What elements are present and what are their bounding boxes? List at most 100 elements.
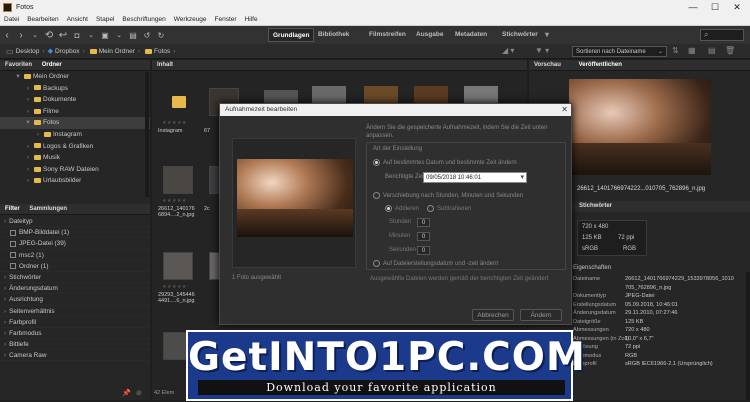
rotate-right-icon[interactable]: ↻ — [154, 31, 168, 40]
filter-category[interactable]: › Seitenverhältnis — [0, 306, 150, 317]
expand-right-icon[interactable]: › — [24, 141, 32, 153]
workspace-stichwoerter[interactable]: Stichwörter — [502, 26, 538, 44]
close-button[interactable]: ✕ — [726, 0, 748, 14]
radio-add[interactable] — [385, 205, 392, 212]
workspace-filmstreifen[interactable]: Filmstreifen — [369, 26, 406, 44]
delete-icon[interactable]: 🗑 — [725, 46, 735, 55]
star-filter-icon[interactable]: ◢ ▾ — [502, 46, 514, 55]
rating-stars[interactable]: ★★★★★ — [162, 284, 187, 290]
folder-tree-item[interactable]: › Instagram — [0, 129, 150, 141]
corrected-time-field[interactable]: 09/05/2018 10:46:01 ▾ — [423, 172, 527, 183]
checkbox[interactable] — [10, 229, 16, 236]
path-desktop[interactable]: Desktop — [16, 48, 40, 55]
thumbnail-item[interactable]: ★★★★★ 29293_145446 4491....6_n.jpg — [156, 238, 200, 304]
folder-tree-item[interactable]: › Logos & Grafiken — [0, 141, 150, 153]
workspace-menu-icon[interactable]: ▾ — [545, 26, 549, 44]
rating-stars[interactable]: ★★★★★ — [162, 198, 187, 204]
rating-stars[interactable]: ★★★★★ — [162, 120, 187, 126]
expand-right-icon[interactable]: › — [24, 83, 32, 95]
filter-category[interactable]: › Camera Raw — [0, 350, 150, 362]
expand-right-icon[interactable]: › — [24, 164, 32, 176]
forward-icon[interactable]: › — [14, 30, 28, 41]
tab-sammlungen[interactable]: Sammlungen — [29, 206, 67, 212]
hours-input[interactable]: 0 — [417, 218, 430, 227]
workspace-bibliothek[interactable]: Bibliothek — [318, 26, 349, 44]
folder-tree-item[interactable]: ▾ Mein Ordner — [0, 71, 150, 83]
recent-icon[interactable]: ⟲ — [42, 30, 56, 41]
folder-tree-item[interactable]: › Filme — [0, 106, 150, 118]
filter-category[interactable]: › Änderungsdatum — [0, 283, 150, 295]
sort-order-icon[interactable]: ⇅ — [672, 46, 679, 55]
path-mein-ordner[interactable]: Mein Ordner — [99, 48, 135, 55]
option-add[interactable]: Addieren — [385, 205, 419, 212]
folder-tree-item[interactable]: ▾ Fotos — [0, 117, 150, 129]
thumbnail-item[interactable]: ★★★★★ 26612_140176 6894....2_n.jpg — [156, 152, 200, 218]
view-options-icon[interactable]: ▦ — [688, 46, 696, 55]
search-input[interactable]: ⌕ — [700, 29, 744, 41]
chevron-down-icon[interactable]: ⌄ — [112, 31, 126, 39]
expand-right-icon[interactable]: › — [4, 352, 6, 359]
chevron-down-icon[interactable]: ⌄ — [84, 31, 98, 39]
dialog-close-button[interactable]: ✕ — [561, 104, 568, 116]
filter-category[interactable]: › Dateityp — [0, 216, 150, 228]
chevron-down-icon[interactable]: ⌄ — [28, 31, 42, 39]
radio-shift-time[interactable] — [373, 192, 380, 199]
tab-ordner[interactable]: Ordner — [42, 62, 62, 68]
tab-filter[interactable]: Filter — [5, 206, 20, 212]
filter-option[interactable]: msc2 (1) — [0, 250, 150, 261]
menu-hilfe[interactable]: Hilfe — [241, 16, 262, 23]
expand-right-icon[interactable]: › — [4, 285, 6, 292]
folder-tree-item[interactable]: › Urlaubsbilder — [0, 175, 150, 187]
expand-right-icon[interactable]: › — [4, 296, 6, 303]
preview-image[interactable] — [569, 79, 711, 175]
radio-file-creation[interactable] — [373, 260, 380, 267]
calendar-dropdown-icon[interactable]: ▾ — [520, 173, 524, 183]
radio-specific-date[interactable] — [373, 159, 380, 166]
menu-fenster[interactable]: Fenster — [211, 16, 241, 23]
minutes-input[interactable]: 0 — [417, 232, 430, 241]
expand-down-icon[interactable]: ▾ — [14, 71, 22, 83]
rotate-left-icon[interactable]: ↺ — [140, 31, 154, 40]
expand-right-icon[interactable]: › — [4, 308, 6, 315]
expand-right-icon[interactable]: › — [24, 106, 32, 118]
thumbnail-item[interactable]: ★★★★★ Instagram — [156, 74, 200, 140]
refine-icon[interactable]: ▣ — [98, 31, 112, 40]
minimize-button[interactable]: — — [682, 0, 704, 14]
filter-category[interactable]: › Farbprofil — [0, 317, 150, 328]
option-subtract[interactable]: Subtrahieren — [427, 205, 471, 212]
filter-option[interactable]: BMP-Bilddatei (1) — [0, 227, 150, 239]
folder-tree-item[interactable]: › Musik — [0, 152, 150, 164]
tab-veroeffentlichen[interactable]: Veröffentlichen — [579, 62, 622, 68]
filter-option[interactable]: JPEG-Datei (39) — [0, 238, 150, 250]
menu-datei[interactable]: Datei — [0, 16, 23, 23]
option-specific-date[interactable]: Auf bestimmtes Datum und bestimmte Zeit … — [373, 159, 517, 166]
expand-right-icon[interactable]: › — [24, 175, 32, 187]
expand-right-icon[interactable]: › — [4, 319, 6, 326]
expand-right-icon[interactable]: › — [34, 129, 42, 141]
tab-favoriten[interactable]: Favoriten — [5, 62, 32, 68]
camera-icon[interactable]: ◘ — [70, 31, 84, 40]
filter-category[interactable]: › Ausrichtung — [0, 294, 150, 306]
sort-dropdown[interactable]: Sortieren nach Dateiname ⌄ — [572, 46, 667, 57]
clear-filter-icon[interactable]: ⊘ — [136, 389, 142, 397]
filter-category[interactable]: › Farbmodus — [0, 328, 150, 340]
expand-right-icon[interactable]: › — [4, 274, 6, 281]
back-icon[interactable]: ‹ — [0, 30, 14, 41]
metadata-scrollbar[interactable] — [746, 272, 750, 400]
apply-button[interactable]: Ändern — [520, 309, 562, 321]
checkbox[interactable] — [10, 251, 16, 258]
option-file-creation[interactable]: Auf Dateierstellungsdatum und -zeit ände… — [373, 260, 498, 267]
folder-tree-item[interactable]: › Backups — [0, 83, 150, 95]
radio-subtract[interactable] — [427, 205, 434, 212]
tab-vorschau[interactable]: Vorschau — [534, 62, 561, 68]
checkbox[interactable] — [10, 240, 16, 247]
expand-down-icon[interactable]: ▾ — [24, 117, 32, 129]
menu-bearbeiten[interactable]: Bearbeiten — [23, 16, 62, 23]
boomerang-icon[interactable]: ↩ — [56, 30, 70, 41]
expand-right-icon[interactable]: › — [24, 152, 32, 164]
menu-beschriftungen[interactable]: Beschriftungen — [118, 16, 169, 23]
option-shift-time[interactable]: Verschiebung nach Stunden, Minuten und S… — [373, 192, 523, 199]
photoshop-icon[interactable]: ▤ — [126, 31, 140, 40]
new-folder-icon[interactable]: ▤ — [708, 46, 716, 55]
folder-tree-scrollbar[interactable] — [145, 72, 149, 197]
